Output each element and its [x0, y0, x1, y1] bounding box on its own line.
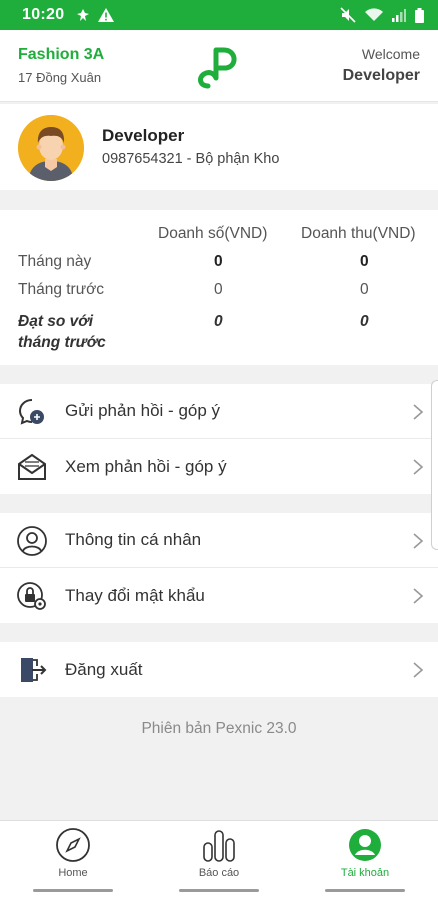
app-version: Phiên bản Pexnic 23.0	[141, 720, 297, 737]
feedback-menu: Gửi phản hồi - góp ý Xem phản hồi - góp …	[0, 384, 438, 494]
nav-home[interactable]: Home	[0, 821, 146, 900]
last-month-revenue: 0	[360, 281, 369, 298]
last-month-sales: 0	[214, 281, 223, 298]
profile-details: 0987654321 - Bộ phận Kho	[102, 151, 280, 167]
welcome-label: Welcome	[361, 46, 420, 62]
compass-icon	[55, 827, 91, 863]
col-header-revenue: Doanh thu(VND)	[301, 225, 416, 242]
user-circle-icon	[16, 525, 48, 557]
row-label-last-month: Tháng trước	[18, 281, 105, 298]
shop-address: 17 Đồng Xuân	[18, 70, 102, 85]
personal-info-label: Thông tin cá nhân	[65, 530, 202, 549]
view-feedback-label: Xem phản hồi - góp ý	[65, 456, 227, 476]
send-feedback-item[interactable]: Gửi phản hồi - góp ý	[0, 384, 438, 439]
app-header: Fashion 3A 17 Đồng Xuân Welcome Develope…	[0, 30, 438, 102]
shop-name: Fashion 3A	[18, 46, 105, 63]
warning-icon	[98, 8, 115, 22]
nav-report-label: Báo cáo	[198, 867, 240, 879]
lock-settings-icon	[16, 580, 48, 612]
row-label-this-month: Tháng này	[18, 253, 92, 270]
logout-item[interactable]: Đăng xuất	[0, 642, 438, 697]
change-password-item[interactable]: Thay đổi mật khẩu	[0, 568, 438, 623]
bar-chart-icon	[201, 827, 237, 863]
wifi-icon	[365, 8, 383, 22]
status-time: 10:20	[22, 6, 65, 23]
compare-label-line2: tháng trước	[18, 334, 106, 351]
account-menu: Thông tin cá nhân Thay đổi mật khẩu	[0, 513, 438, 623]
personal-info-item[interactable]: Thông tin cá nhân	[0, 513, 438, 568]
status-bar: 10:20	[0, 0, 438, 30]
welcome-username: Developer	[342, 67, 420, 84]
chevron-right-icon	[412, 587, 424, 605]
this-month-revenue: 0	[360, 253, 369, 270]
compare-revenue: 0	[360, 313, 369, 330]
compare-label-line1: Đạt so với	[18, 313, 94, 330]
send-feedback-label: Gửi phản hồi - góp ý	[65, 401, 221, 420]
profile-card[interactable]: Developer 0987654321 - Bộ phận Kho	[0, 104, 438, 190]
mute-icon	[340, 7, 356, 23]
compare-sales: 0	[214, 313, 223, 330]
view-feedback-item[interactable]: Xem phản hồi - góp ý	[0, 439, 438, 494]
bottom-navigation: Home Báo cáo Tài khoản	[0, 820, 438, 900]
logout-icon	[16, 654, 48, 686]
nav-underline	[179, 889, 259, 892]
nav-home-label: Home	[58, 867, 88, 879]
nav-account-label: Tài khoản	[340, 867, 390, 879]
account-icon	[347, 827, 383, 863]
signal-icon	[392, 8, 406, 22]
chevron-right-icon	[412, 532, 424, 550]
user-avatar-icon	[18, 115, 84, 181]
nav-report[interactable]: Báo cáo	[146, 821, 292, 900]
nav-underline	[33, 889, 113, 892]
logout-label: Đăng xuất	[65, 659, 143, 679]
chevron-right-icon	[412, 661, 424, 679]
nav-account[interactable]: Tài khoản	[292, 821, 438, 900]
envelope-open-icon	[16, 451, 48, 483]
sales-stats: Doanh số(VND) Doanh thu(VND) Tháng này 0…	[0, 210, 438, 365]
notification-icon	[76, 8, 90, 22]
battery-icon	[415, 7, 424, 23]
pexnic-logo-icon	[194, 42, 244, 90]
change-password-label: Thay đổi mật khẩu	[65, 585, 205, 605]
profile-name: Developer	[102, 126, 185, 145]
this-month-sales: 0	[214, 253, 223, 270]
nav-underline	[325, 889, 405, 892]
chevron-right-icon	[412, 403, 424, 421]
logout-menu: Đăng xuất	[0, 642, 438, 697]
chat-bubble-icon	[16, 396, 48, 428]
chevron-right-icon	[412, 458, 424, 476]
edge-scroll-handle[interactable]	[431, 380, 438, 550]
col-header-sales: Doanh số(VND)	[158, 225, 268, 242]
